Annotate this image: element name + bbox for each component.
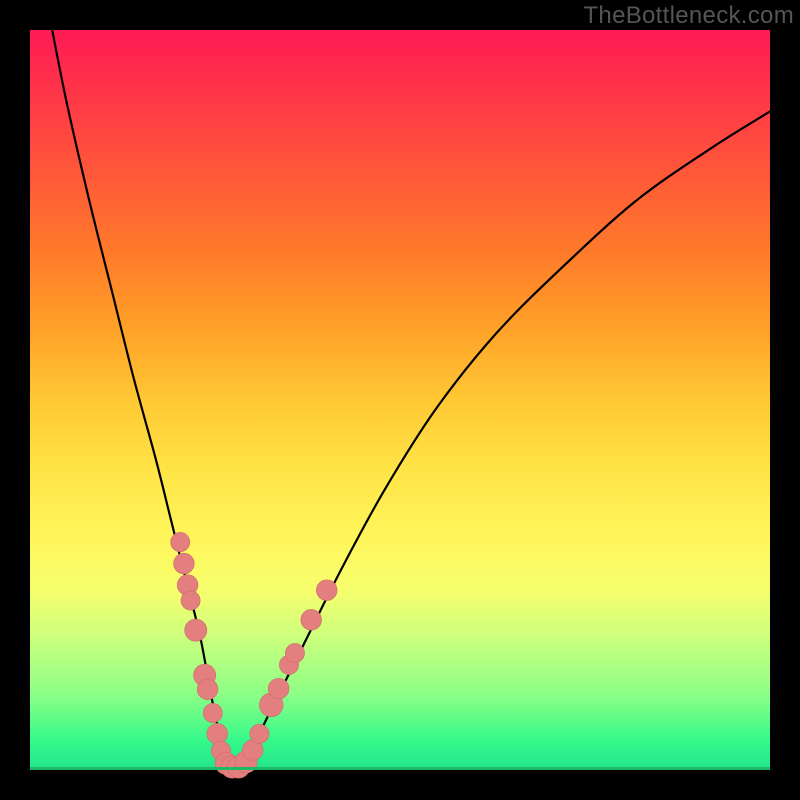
data-marker xyxy=(250,724,269,743)
data-marker xyxy=(285,643,304,662)
data-marker xyxy=(268,678,289,699)
data-marker xyxy=(197,679,218,700)
data-marker xyxy=(171,532,190,551)
data-marker xyxy=(316,580,337,601)
data-marker xyxy=(174,553,195,574)
data-marker xyxy=(203,703,222,722)
baseline xyxy=(30,767,770,770)
bottleneck-curve xyxy=(52,30,770,773)
chart-frame: TheBottleneck.com xyxy=(0,0,800,800)
marker-group xyxy=(171,532,338,778)
watermark-text: TheBottleneck.com xyxy=(583,2,794,30)
plot-area xyxy=(30,30,770,770)
data-marker xyxy=(185,619,207,641)
data-marker xyxy=(301,609,322,630)
data-marker xyxy=(181,591,200,610)
chart-svg xyxy=(30,30,770,770)
data-marker xyxy=(207,723,228,744)
